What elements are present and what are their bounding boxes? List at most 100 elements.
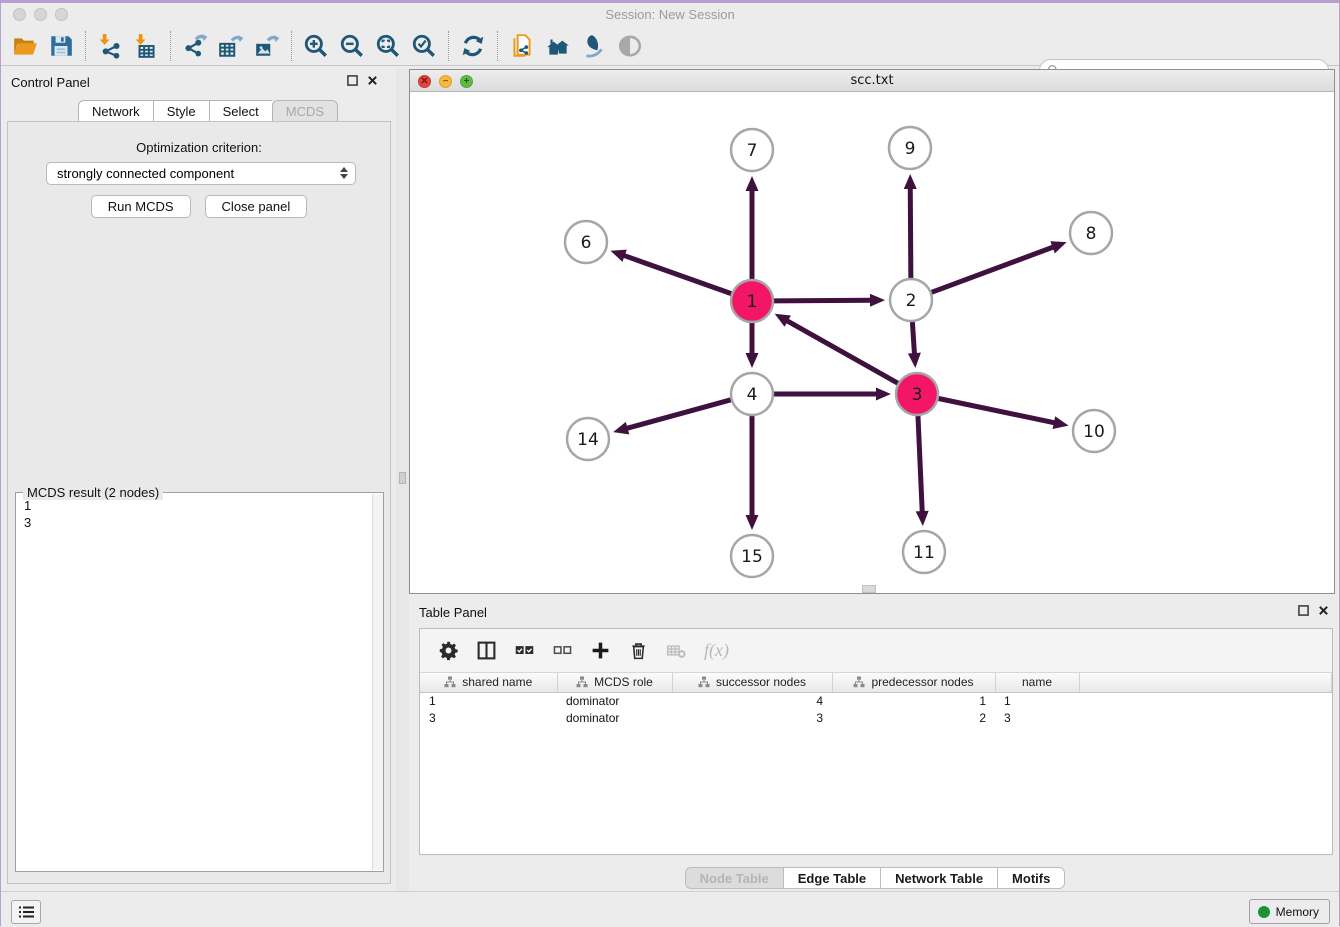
export-table-icon[interactable] (213, 30, 249, 62)
first-neighbors-icon[interactable] (540, 30, 576, 62)
table-panel-title: Table Panel (419, 605, 487, 620)
table-cell[interactable]: dominator (557, 709, 672, 726)
clone-network-icon[interactable] (504, 30, 540, 62)
edge-1-2[interactable] (774, 300, 872, 301)
apply-style-icon[interactable] (576, 30, 612, 62)
network-window-titlebar[interactable]: ✕ − + scc.txt (410, 70, 1334, 92)
tab-edge-table[interactable]: Edge Table (783, 867, 880, 889)
close-panel-button[interactable]: Close panel (205, 195, 308, 218)
column-header-shared-name[interactable]: shared name (420, 673, 557, 692)
edge-arrowhead (908, 353, 921, 368)
column-header-MCDS-role[interactable]: MCDS role (557, 673, 672, 692)
zoom-out-icon[interactable] (334, 30, 370, 62)
split-panel-icon[interactable] (476, 640, 497, 661)
run-mcds-button[interactable]: Run MCDS (91, 195, 191, 218)
edge-arrowhead (876, 388, 891, 401)
tab-style[interactable]: Style (153, 100, 209, 122)
graph-node-label: 4 (747, 385, 758, 405)
vertical-splitter[interactable] (396, 69, 409, 891)
result-scrollbar[interactable] (372, 494, 383, 870)
graph-node-label: 8 (1086, 224, 1097, 244)
edge-1-6[interactable] (623, 255, 732, 294)
dropdown-arrows-icon (340, 167, 348, 179)
control-panel-header: Control Panel (1, 69, 396, 95)
table-cell[interactable]: 3 (672, 709, 832, 726)
zoom-in-icon[interactable] (298, 30, 334, 62)
tab-network-table[interactable]: Network Table (880, 867, 997, 889)
table-cell[interactable]: 1 (832, 692, 995, 709)
export-network-icon[interactable] (177, 30, 213, 62)
deselect-all-columns-icon[interactable] (552, 640, 573, 661)
tab-node-table[interactable]: Node Table (685, 867, 783, 889)
status-dialog-button[interactable] (11, 900, 41, 924)
table-cell[interactable]: 1 (995, 692, 1079, 709)
add-column-icon[interactable] (590, 640, 611, 661)
network-canvas[interactable]: 1234678910111415 (410, 92, 1334, 593)
tab-network[interactable]: Network (78, 100, 153, 122)
table-cell[interactable]: 2 (832, 709, 995, 726)
table-cell[interactable]: 4 (672, 692, 832, 709)
memory-button[interactable]: Memory (1249, 899, 1330, 924)
table-cell[interactable]: dominator (557, 692, 672, 709)
graph-node-label: 3 (912, 385, 923, 405)
mcds-result-list[interactable]: 13 (16, 497, 371, 871)
open-file-icon[interactable] (7, 30, 43, 62)
table-cell[interactable]: 1 (420, 692, 557, 709)
mcds-result-box: MCDS result (2 nodes) 13 (15, 492, 384, 872)
edge-4-14[interactable] (626, 400, 731, 429)
export-image-icon[interactable] (249, 30, 285, 62)
criterion-dropdown-value: strongly connected component (57, 166, 234, 181)
zoom-selected-icon[interactable] (406, 30, 442, 62)
float-panel-icon[interactable] (347, 75, 358, 86)
tab-select[interactable]: Select (209, 100, 272, 122)
graph-node-label: 6 (581, 233, 592, 253)
edge-3-11[interactable] (918, 416, 922, 513)
table-row[interactable]: 3dominator323 (420, 709, 1332, 726)
table-panel-header: Table Panel (409, 599, 1340, 625)
edge-2-3[interactable] (912, 322, 914, 355)
graph-node-label: 11 (913, 543, 935, 563)
table-toolbar: f(x) (420, 629, 1332, 673)
edge-arrowhead (613, 422, 629, 435)
table-cell[interactable]: 3 (995, 709, 1079, 726)
table-options-gear-icon[interactable] (438, 640, 459, 661)
column-header-predecessor-nodes[interactable]: predecessor nodes (832, 673, 995, 692)
select-all-columns-icon[interactable] (514, 640, 535, 661)
save-session-icon[interactable] (43, 30, 79, 62)
edge-2-9[interactable] (910, 187, 911, 278)
edge-2-8[interactable] (932, 247, 1055, 293)
network-graph[interactable]: 1234678910111415 (410, 92, 1334, 593)
float-table-panel-icon[interactable] (1298, 605, 1309, 616)
column-header-successor-nodes[interactable]: successor nodes (672, 673, 832, 692)
close-table-panel-icon[interactable] (1318, 605, 1329, 616)
mcds-result-line: 3 (24, 514, 371, 531)
table-row[interactable]: 1dominator411 (420, 692, 1332, 709)
edge-arrowhead (1050, 241, 1066, 253)
toolbar-separator (85, 31, 86, 61)
table-cell[interactable]: 3 (420, 709, 557, 726)
tab-mcds[interactable]: MCDS (272, 100, 338, 122)
import-table-icon[interactable] (128, 30, 164, 62)
delete-table-icon (666, 640, 687, 661)
window-titlebar: Session: New Session (1, 3, 1339, 27)
show-hide-icon[interactable] (612, 30, 648, 62)
edge-arrowhead (916, 511, 929, 526)
network-window-title: scc.txt (410, 73, 1334, 88)
splitter-grip-icon[interactable] (399, 472, 406, 484)
edge-3-10[interactable] (939, 399, 1056, 424)
close-panel-icon[interactable] (367, 75, 378, 86)
zoom-fit-icon[interactable] (370, 30, 406, 62)
import-network-icon[interactable] (92, 30, 128, 62)
delete-columns-icon[interactable] (628, 640, 649, 661)
toolbar-separator (497, 31, 498, 61)
edge-3-1[interactable] (786, 320, 898, 383)
horizontal-splitter-grip-icon[interactable] (862, 585, 876, 593)
column-header-name[interactable]: name (995, 673, 1079, 692)
toolbar-separator (291, 31, 292, 61)
edge-arrowhead (746, 353, 759, 368)
graph-node-label: 15 (741, 547, 763, 567)
apply-layout-icon[interactable] (455, 30, 491, 62)
edge-arrowhead (870, 294, 885, 307)
tab-motifs[interactable]: Motifs (997, 867, 1065, 889)
criterion-dropdown[interactable]: strongly connected component (46, 162, 356, 185)
